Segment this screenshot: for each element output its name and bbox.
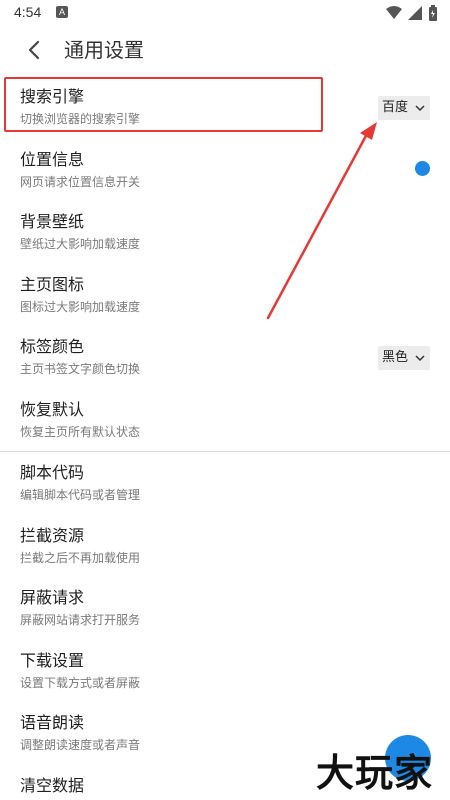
setting-subtitle: 拦截之后不再加载使用 xyxy=(20,550,141,565)
setting-subtitle: 编辑脚本代码或者管理 xyxy=(20,488,141,502)
highlight-box xyxy=(4,77,323,132)
setting-title: 位置信息 xyxy=(20,149,85,169)
setting-title: 语音朗读 xyxy=(20,713,85,732)
page-title: 通用设置 xyxy=(64,38,144,62)
wifi-icon xyxy=(386,6,402,19)
notification-icon: A xyxy=(56,6,68,18)
setting-download[interactable]: 下载设置 设置下载方式或者屏蔽 xyxy=(0,640,450,703)
setting-subtitle: 壁纸过大影响加载速度 xyxy=(20,237,141,251)
setting-title: 屏蔽请求 xyxy=(20,588,85,607)
setting-restore-default[interactable]: 恢复默认 恢复主页所有默认状态 xyxy=(0,389,450,452)
chevron-down-icon xyxy=(415,105,425,112)
tag-color-select[interactable]: 黑色 xyxy=(377,346,430,370)
setting-title: 主页图标 xyxy=(20,274,85,294)
setting-subtitle: 屏蔽网站请求打开服务 xyxy=(20,613,141,627)
signal-icon xyxy=(408,6,422,20)
setting-subtitle: 图标过大影响加载速度 xyxy=(20,299,141,314)
setting-tag-color[interactable]: 标签颜色 主页书签文字颜色切换 黑色 xyxy=(0,326,450,389)
setting-subtitle: 恢复主页所有默认状态 xyxy=(20,424,141,439)
select-value: 黑色 xyxy=(381,350,408,365)
setting-title: 清空数据 xyxy=(20,775,85,795)
setting-subtitle: 调整朗读速度或者声音 xyxy=(20,738,141,752)
setting-script-code[interactable]: 脚本代码 编辑脚本代码或者管理 xyxy=(0,452,450,515)
status-icons xyxy=(386,4,438,22)
setting-subtitle: 网页请求位置信息开关 xyxy=(20,174,141,189)
status-time: 4:54 xyxy=(14,4,42,20)
setting-block-requests[interactable]: 屏蔽请求 屏蔽网站请求打开服务 xyxy=(0,577,450,640)
back-button[interactable] xyxy=(20,36,48,64)
setting-subtitle: 设置下载方式或者屏蔽 xyxy=(20,675,141,690)
back-arrow-icon xyxy=(28,40,40,60)
setting-title: 下载设置 xyxy=(20,650,85,670)
location-toggle[interactable] xyxy=(415,160,430,176)
battery-icon xyxy=(429,5,437,21)
setting-home-icon[interactable]: 主页图标 图标过大影响加载速度 xyxy=(0,264,450,327)
setting-location[interactable]: 位置信息 网页请求位置信息开关 xyxy=(0,139,450,202)
select-value: 百度 xyxy=(381,100,408,115)
chevron-down-icon xyxy=(415,355,425,362)
setting-title: 脚本代码 xyxy=(20,463,85,482)
setting-block-resources[interactable]: 拦截资源 拦截之后不再加载使用 xyxy=(0,515,450,578)
setting-wallpaper[interactable]: 背景壁纸 壁纸过大影响加载速度 xyxy=(0,201,450,264)
setting-title: 恢复默认 xyxy=(20,399,85,419)
search-engine-select[interactable]: 百度 xyxy=(377,96,430,120)
watermark: 大玩家 xyxy=(316,751,434,795)
settings-list: 搜索引擎 切换浏览器的搜索引擎 百度 位置信息 网页请求位置信息开关 背景壁纸 … xyxy=(0,76,450,800)
setting-title: 标签颜色 xyxy=(20,337,85,356)
setting-subtitle: 主页书签文字颜色切换 xyxy=(20,362,141,376)
app-bar: 通用设置 xyxy=(0,26,450,74)
setting-title: 背景壁纸 xyxy=(20,212,85,231)
setting-title: 拦截资源 xyxy=(20,525,85,545)
status-bar: 4:54 A xyxy=(0,0,450,26)
